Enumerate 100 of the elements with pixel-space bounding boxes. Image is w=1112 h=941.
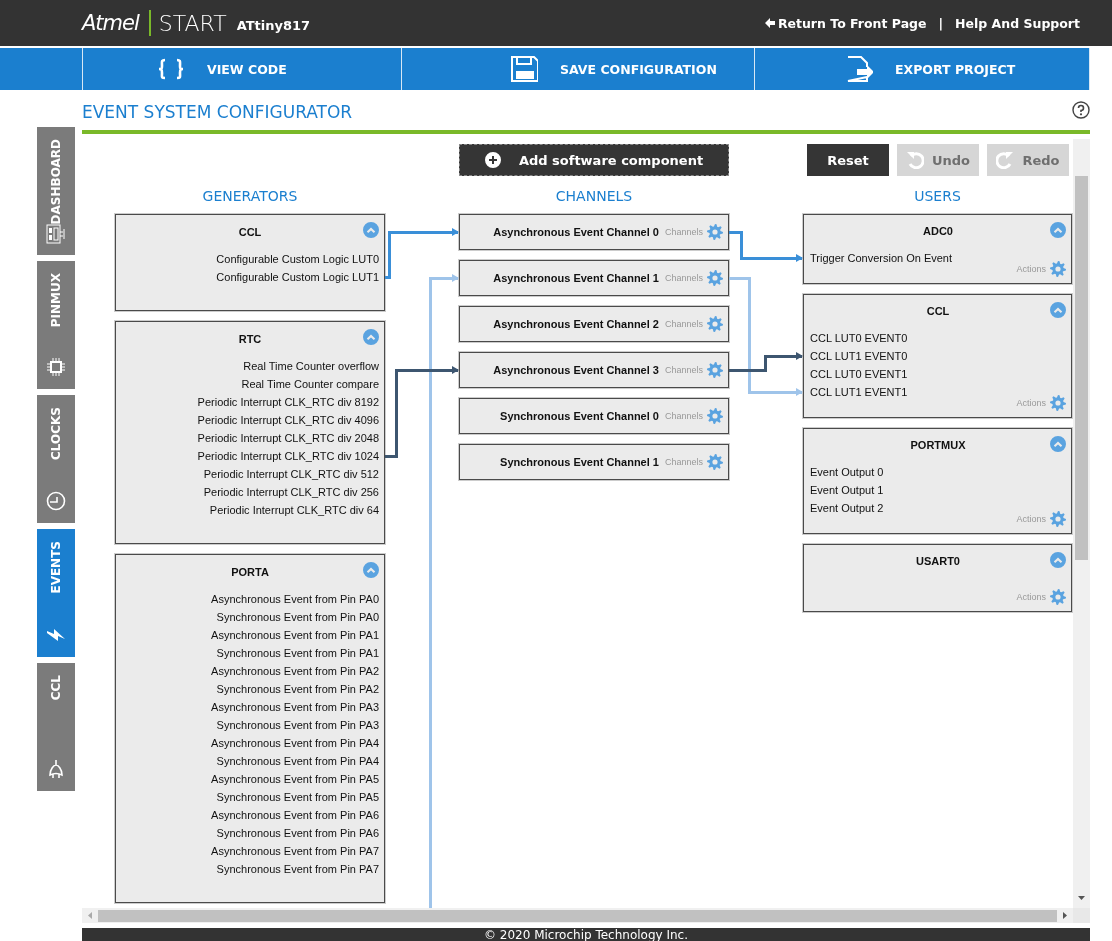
help-link[interactable]: Help And Support (955, 15, 1080, 31)
generator-event[interactable]: Real Time Counter compare (241, 375, 379, 393)
settings-icon[interactable] (707, 224, 723, 240)
generator-event[interactable]: Synchronous Event from Pin PA2 (216, 680, 379, 698)
collapse-icon[interactable] (363, 329, 379, 345)
column-heading: USERS (913, 188, 962, 206)
channel-card[interactable]: Synchronous Event Channel 0 Channels (459, 398, 729, 434)
link-separator: | (938, 15, 944, 31)
sidebar-tab[interactable]: DASHBOARD (37, 127, 75, 255)
actions-label: Actions (1016, 592, 1046, 602)
column-heading: CHANNELS (554, 188, 634, 206)
generator-event[interactable]: Asynchronous Event from Pin PA5 (211, 770, 379, 788)
generator-event[interactable]: Synchronous Event from Pin PA5 (216, 788, 379, 806)
channel-card[interactable]: Asynchronous Event Channel 1 Channels (459, 260, 729, 296)
channel-name: Asynchronous Event Channel 0 (493, 226, 659, 238)
generator-event[interactable]: Asynchronous Event from Pin PA0 (211, 590, 379, 608)
sidebar-tab[interactable]: PINMUX (37, 261, 75, 389)
settings-icon[interactable] (1050, 261, 1066, 277)
settings-icon[interactable] (707, 316, 723, 332)
generator-event[interactable]: Periodic Interrupt CLK_RTC div 2048 (197, 429, 379, 447)
user-event[interactable]: CCL LUT1 EVENT1 (810, 383, 908, 401)
actions-label: Actions (1016, 514, 1046, 524)
collapse-icon[interactable] (1050, 302, 1066, 318)
channel-card[interactable]: Asynchronous Event Channel 0 Channels (459, 214, 729, 250)
channels-label: Channels (664, 227, 703, 237)
help-icon[interactable] (1072, 101, 1090, 119)
sidebar-tab[interactable]: EVENTS (37, 529, 75, 657)
settings-icon[interactable] (1050, 511, 1066, 527)
collapse-icon[interactable] (1050, 222, 1066, 238)
actions-label: Actions (1016, 398, 1046, 408)
collapse-icon[interactable] (1050, 552, 1066, 568)
save-configuration-button[interactable]: SAVE CONFIGURATION (401, 48, 754, 90)
channel-card[interactable]: Synchronous Event Channel 1 Channels (459, 444, 729, 480)
collapse-icon[interactable] (363, 222, 379, 238)
generator-event[interactable]: Periodic Interrupt CLK_RTC div 64 (209, 501, 379, 519)
generator-event[interactable]: Synchronous Event from Pin PA0 (216, 608, 379, 626)
generator-event[interactable]: Synchronous Event from Pin PA4 (216, 752, 379, 770)
add-software-component-button[interactable]: Add software component (459, 144, 729, 176)
generator-event[interactable]: Configurable Custom Logic LUT0 (216, 250, 379, 268)
channels-label: Channels (664, 411, 703, 421)
generator-event[interactable]: Asynchronous Event from Pin PA1 (211, 626, 379, 644)
generator-title: PORTA (230, 565, 270, 580)
channels-label: Channels (664, 273, 703, 283)
user-event[interactable]: CCL LUT0 EVENT1 (810, 365, 908, 383)
generator-event[interactable]: Synchronous Event from Pin PA1 (216, 644, 379, 662)
settings-icon[interactable] (707, 454, 723, 470)
channel-name: Synchronous Event Channel 1 (500, 456, 659, 468)
generator-event[interactable]: Synchronous Event from Pin PA6 (216, 824, 379, 842)
generator-event[interactable]: Configurable Custom Logic LUT1 (216, 268, 379, 286)
clock-icon (46, 491, 66, 511)
generator-event[interactable]: Periodic Interrupt CLK_RTC div 4096 (197, 411, 379, 429)
vertical-scrollbar[interactable] (1073, 139, 1090, 908)
generator-event[interactable]: Periodic Interrupt CLK_RTC div 512 (203, 465, 379, 483)
generator-event[interactable]: Periodic Interrupt CLK_RTC div 1024 (197, 447, 379, 465)
user-event[interactable]: Event Output 0 (810, 463, 884, 481)
generator-title: CCL (237, 225, 263, 240)
page-title: EVENT SYSTEM CONFIGURATOR (82, 101, 354, 122)
scroll-right-icon[interactable] (1063, 912, 1067, 919)
channel-card[interactable]: Asynchronous Event Channel 3 Channels (459, 352, 729, 388)
braces-icon (157, 58, 185, 80)
generator-event[interactable]: Asynchronous Event from Pin PA6 (211, 806, 379, 824)
generator-event[interactable]: Asynchronous Event from Pin PA4 (211, 734, 379, 752)
sidebar-tab[interactable]: CCL (37, 663, 75, 791)
logic-gate-icon (46, 759, 66, 779)
reset-button[interactable]: Reset (807, 144, 889, 176)
undo-arrow-icon (905, 151, 924, 169)
horizontal-scrollbar[interactable] (82, 908, 1073, 923)
user-event[interactable]: CCL LUT1 EVENT0 (810, 347, 908, 365)
settings-icon[interactable] (1050, 395, 1066, 411)
user-event[interactable]: Trigger Conversion On Event (810, 249, 953, 267)
generator-event[interactable]: Synchronous Event from Pin PA3 (216, 716, 379, 734)
user-event[interactable]: Event Output 1 (810, 481, 884, 499)
generator-event[interactable]: Periodic Interrupt CLK_RTC div 256 (203, 483, 379, 501)
front-page-link[interactable]: Return To Front Page (764, 15, 927, 31)
view-code-button[interactable]: VIEW CODE (82, 48, 401, 90)
collapse-icon[interactable] (1050, 436, 1066, 452)
settings-icon[interactable] (707, 408, 723, 424)
monitor-icon (46, 224, 66, 245)
scroll-down-icon[interactable] (1078, 896, 1085, 900)
export-project-button[interactable]: EXPORT PROJECT (754, 48, 1090, 90)
device-name: ATtiny817 (236, 17, 311, 33)
user-event[interactable]: Event Output 2 (810, 499, 884, 517)
settings-icon[interactable] (1050, 589, 1066, 605)
sidebar-tab[interactable]: CLOCKS (37, 395, 75, 523)
channel-card[interactable]: Asynchronous Event Channel 2 Channels (459, 306, 729, 342)
brand-logo[interactable]: Atmel (82, 11, 139, 35)
scroll-left-icon[interactable] (88, 912, 92, 919)
generator-event[interactable]: Asynchronous Event from Pin PA3 (211, 698, 379, 716)
generator-event[interactable]: Synchronous Event from Pin PA7 (216, 860, 379, 878)
settings-icon[interactable] (707, 270, 723, 286)
channel-name: Asynchronous Event Channel 3 (493, 364, 659, 376)
collapse-icon[interactable] (363, 562, 379, 578)
generator-event[interactable]: Asynchronous Event from Pin PA7 (211, 842, 379, 860)
generator-event[interactable]: Real Time Counter overflow (243, 357, 379, 375)
generator-event[interactable]: Asynchronous Event from Pin PA2 (211, 662, 379, 680)
channels-label: Channels (664, 319, 703, 329)
column-heading: GENERATORS (201, 188, 299, 206)
generator-event[interactable]: Periodic Interrupt CLK_RTC div 8192 (197, 393, 379, 411)
settings-icon[interactable] (707, 362, 723, 378)
user-event[interactable]: CCL LUT0 EVENT0 (810, 329, 908, 347)
